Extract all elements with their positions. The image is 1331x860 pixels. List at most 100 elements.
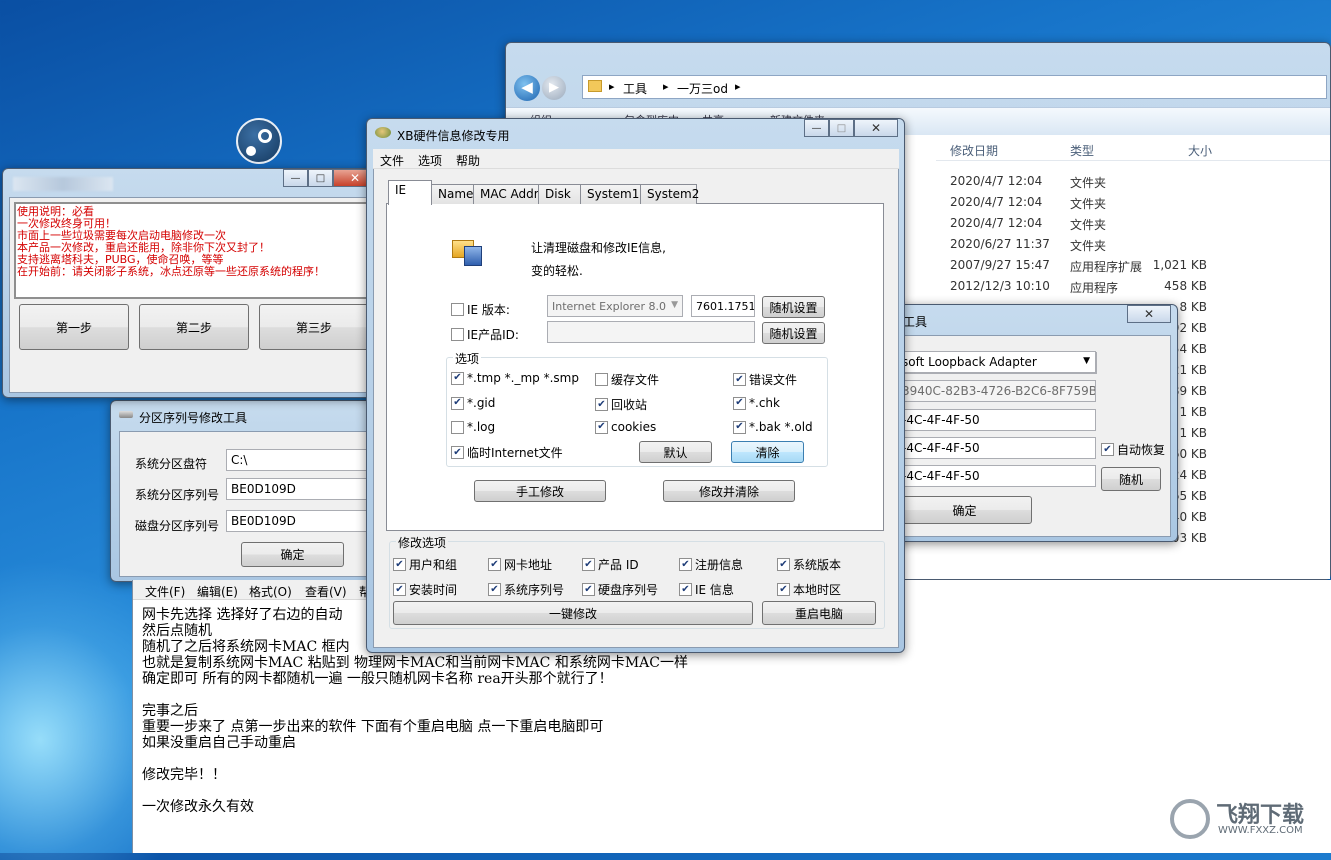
file-size: 458 KB <box>1164 279 1207 293</box>
file-row[interactable]: 2020/4/7 12:04 文件夹 <box>950 192 1330 213</box>
install-time-checkbox[interactable]: ✔ 安装时间 <box>393 581 457 598</box>
cookies-checkbox[interactable]: ✔ cookies <box>595 420 656 434</box>
temp-internet-checkbox[interactable]: ✔ 临时Internet文件 <box>451 444 563 461</box>
menu-file[interactable]: 文件(F) <box>145 583 185 600</box>
tmp-checkbox[interactable]: ✔ *.tmp *._mp *.smp <box>451 371 579 385</box>
bak-checkbox[interactable]: ✔ *.bak *.old <box>733 420 813 434</box>
ie-info-checkbox[interactable]: ✔ IE 信息 <box>679 581 734 598</box>
file-list-header: 修改日期 类型 大小 <box>936 137 1330 161</box>
watermark-url: WWW.FXXZ.COM <box>1218 825 1303 836</box>
ie-version-select[interactable]: Internet Explorer 8.0 ▼ <box>547 295 683 317</box>
sys-version-checkbox[interactable]: ✔ 系统版本 <box>777 556 841 573</box>
tab-ie[interactable]: IE <box>388 180 432 205</box>
file-row[interactable]: 2012/12/3 10:10 应用程序 458 KB <box>950 276 1330 297</box>
column-date[interactable]: 修改日期 <box>950 142 998 159</box>
step2-button[interactable]: 第二步 <box>139 304 249 350</box>
mac-field-2[interactable]: -4C-4F-4F-50 <box>897 437 1096 459</box>
menu-edit[interactable]: 编辑(E) <box>197 583 238 600</box>
one-key-modify-button[interactable]: 一键修改 <box>393 601 753 625</box>
menu-help[interactable]: 帮助 <box>456 152 480 169</box>
sys-serial-field[interactable]: BE0D109D <box>226 478 368 500</box>
app-icon <box>375 127 391 138</box>
checkmark-icon: ✔ <box>1101 443 1114 456</box>
logo-icon <box>1170 799 1210 839</box>
column-type[interactable]: 类型 <box>1070 142 1094 159</box>
minimize-icon[interactable]: — <box>804 119 829 137</box>
forward-button[interactable]: ▶ <box>542 76 566 100</box>
nic-address-checkbox[interactable]: ✔ 网卡地址 <box>488 556 552 573</box>
error-file-checkbox[interactable]: ✔ 错误文件 <box>733 371 797 388</box>
close-icon[interactable]: ✕ <box>1127 305 1171 323</box>
instructions-window: — □ ✕ <box>2 168 384 398</box>
mac-field-3[interactable]: -4C-4F-4F-50 <box>897 465 1096 487</box>
disk-serial-checkbox[interactable]: ✔ 硬盘序列号 <box>582 581 658 598</box>
file-size: 1 KB <box>1179 426 1207 440</box>
file-row[interactable]: 2020/4/7 12:04 文件夹 <box>950 171 1330 192</box>
mac-ok-button[interactable]: 确定 <box>897 496 1032 524</box>
file-type: 文件夹 <box>1070 197 1107 211</box>
file-type: 应用程序 <box>1070 281 1119 295</box>
breadcrumb-folder[interactable]: 一万三od <box>677 80 728 97</box>
partition-ok-button[interactable]: 确定 <box>241 542 344 567</box>
ie-build-field[interactable]: 7601.17514 <box>691 295 755 317</box>
maximize-icon[interactable]: □ <box>829 119 854 137</box>
file-size: 1,021 KB <box>1152 258 1207 272</box>
product-id-checkbox[interactable]: ✔ 产品 ID <box>582 556 639 573</box>
clear-button[interactable]: 清除 <box>731 441 804 463</box>
log-checkbox[interactable]: *.log <box>451 420 495 434</box>
maximize-icon[interactable]: □ <box>308 169 333 187</box>
blurred-title <box>13 177 113 191</box>
ie-pid-checkbox[interactable]: IE产品ID: <box>451 326 519 343</box>
modify-and-clear-button[interactable]: 修改并清除 <box>663 480 795 502</box>
drive-field[interactable]: C:\ <box>226 449 368 471</box>
file-date: 2007/9/27 15:47 <box>950 258 1050 272</box>
menu-file[interactable]: 文件 <box>380 152 404 169</box>
random-set-button-2[interactable]: 随机设置 <box>762 322 825 344</box>
ie-pid-field[interactable] <box>547 321 755 343</box>
steam-icon[interactable] <box>236 118 282 164</box>
reg-info-checkbox[interactable]: ✔ 注册信息 <box>679 556 743 573</box>
user-org-checkbox[interactable]: ✔ 用户和组 <box>393 556 457 573</box>
gid-checkbox[interactable]: ✔ *.gid <box>451 396 495 410</box>
column-size[interactable]: 大小 <box>1188 142 1212 159</box>
random-set-button-1[interactable]: 随机设置 <box>762 296 825 318</box>
manual-modify-button[interactable]: 手工修改 <box>474 480 606 502</box>
chk-checkbox[interactable]: ✔ *.chk <box>733 396 780 410</box>
menu-options[interactable]: 选项 <box>418 152 442 169</box>
sys-serial-checkbox[interactable]: ✔ 系统序列号 <box>488 581 564 598</box>
auto-restore-checkbox[interactable]: ✔ 自动恢复 <box>1101 441 1165 458</box>
file-row[interactable]: 2020/6/27 11:37 文件夹 <box>950 234 1330 255</box>
tab-system1[interactable]: System1 <box>580 184 641 204</box>
guid-field[interactable]: 3940C-82B3-4726-B2C6-8F759B96 <box>897 380 1096 402</box>
breadcrumb-tools[interactable]: 工具 <box>623 80 647 97</box>
tab-mac-addr[interactable]: MAC Addr <box>473 184 539 204</box>
cache-checkbox[interactable]: 缓存文件 <box>595 371 659 388</box>
ie-version-checkbox[interactable]: IE 版本: <box>451 301 510 318</box>
back-button[interactable]: ◀ <box>514 75 540 101</box>
recycle-bin-checkbox[interactable]: ✔ 回收站 <box>595 396 647 413</box>
mac-field-1[interactable]: -4C-4F-4F-50 <box>897 409 1096 431</box>
random-button[interactable]: 随机 <box>1101 467 1161 491</box>
file-date: 2012/12/3 10:10 <box>950 279 1050 293</box>
address-bar[interactable]: ▸ 工具 ▸ 一万三od ▸ <box>582 75 1327 99</box>
file-row[interactable]: 2007/9/27 15:47 应用程序扩展 1,021 KB <box>950 255 1330 276</box>
default-button[interactable]: 默认 <box>639 441 712 463</box>
timezone-checkbox[interactable]: ✔ 本地时区 <box>777 581 841 598</box>
step3-button[interactable]: 第三步 <box>259 304 369 350</box>
menu-format[interactable]: 格式(O) <box>249 583 292 600</box>
file-row[interactable]: 2020/4/7 12:04 文件夹 <box>950 213 1330 234</box>
instruction-line: 在开始前：请关闭影子系统，冰点还原等一些还原系统的程序！ <box>17 265 325 278</box>
breadcrumb-sep-icon: ▸ <box>663 80 669 93</box>
reboot-button[interactable]: 重启电脑 <box>762 601 876 625</box>
file-date: 2020/4/7 12:04 <box>950 174 1043 188</box>
breadcrumb-sep-icon: ▸ <box>609 80 615 93</box>
step1-button[interactable]: 第一步 <box>19 304 129 350</box>
disk-serial-field[interactable]: BE0D109D <box>226 510 368 532</box>
close-icon[interactable]: ✕ <box>854 119 898 137</box>
tab-name[interactable]: Name <box>431 184 474 204</box>
menu-view[interactable]: 查看(V) <box>305 583 347 600</box>
minimize-icon[interactable]: — <box>283 169 308 187</box>
tab-system2[interactable]: System2 <box>640 184 699 204</box>
tab-disk[interactable]: Disk <box>538 184 581 204</box>
adapter-select[interactable]: soft Loopback Adapter ▼ <box>897 351 1096 373</box>
